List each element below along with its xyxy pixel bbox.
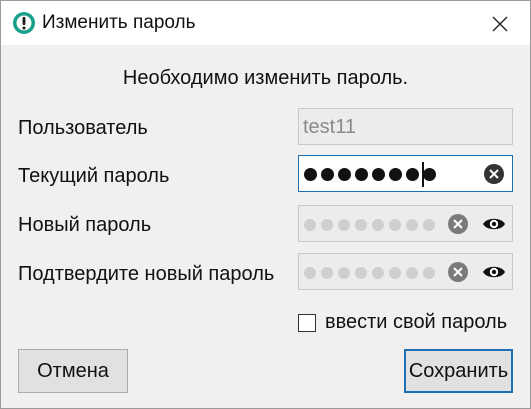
new-password-input[interactable] [298,205,513,242]
window-title: Изменить пароль [42,12,196,33]
mask-dot [406,168,419,181]
mask-dot [406,267,418,279]
mask-dot [304,219,316,231]
user-value: test11 [303,116,356,138]
text-caret [422,162,424,187]
user-field: test11 [298,108,513,145]
current-password-input[interactable] [298,155,513,192]
mask-dot [355,168,368,181]
password-mask [304,219,435,231]
mask-dot [372,168,385,181]
title-bar: Изменить пароль [1,1,530,45]
confirm-password-label: Подтвердите новый пароль [18,263,275,285]
own-password-label: ввести свой пароль [325,311,508,333]
mask-dot [338,219,350,231]
mask-dot [321,168,334,181]
clear-icon[interactable] [447,213,469,235]
mask-dot [372,267,384,279]
close-button[interactable] [487,11,513,37]
mask-dot [321,267,333,279]
cancel-button[interactable]: Отмена [18,349,128,393]
mask-dot [372,219,384,231]
own-password-checkbox[interactable] [298,313,316,332]
mask-dot [338,267,350,279]
mask-dot [355,219,367,231]
close-icon [492,16,508,32]
mask-dot [389,219,401,231]
user-label: Пользователь [18,117,148,139]
eye-icon[interactable] [482,261,506,283]
current-password-label: Текущий пароль [18,165,170,187]
eye-icon[interactable] [482,213,506,235]
mask-dot [389,267,401,279]
mask-dot [304,267,316,279]
mask-dot [423,219,435,231]
mask-dot [389,168,402,181]
clear-icon[interactable] [447,261,469,283]
own-password-option[interactable]: ввести свой пароль [298,311,507,334]
mask-dot [321,219,333,231]
password-mask [304,267,435,279]
mask-dot [406,219,418,231]
mask-dot [304,168,317,181]
clear-icon[interactable] [483,163,505,185]
mask-dot [355,267,367,279]
new-password-label: Новый пароль [18,214,152,236]
dialog-heading: Необходимо изменить пароль. [122,67,409,89]
alert-icon [13,12,35,34]
save-button[interactable]: Сохранить [404,349,513,393]
mask-dot [423,267,435,279]
confirm-password-input[interactable] [298,253,513,290]
mask-dot [338,168,351,181]
mask-dot [423,168,436,181]
password-mask [304,168,436,181]
change-password-dialog: Изменить пароль Необходимо изменить паро… [0,0,531,409]
